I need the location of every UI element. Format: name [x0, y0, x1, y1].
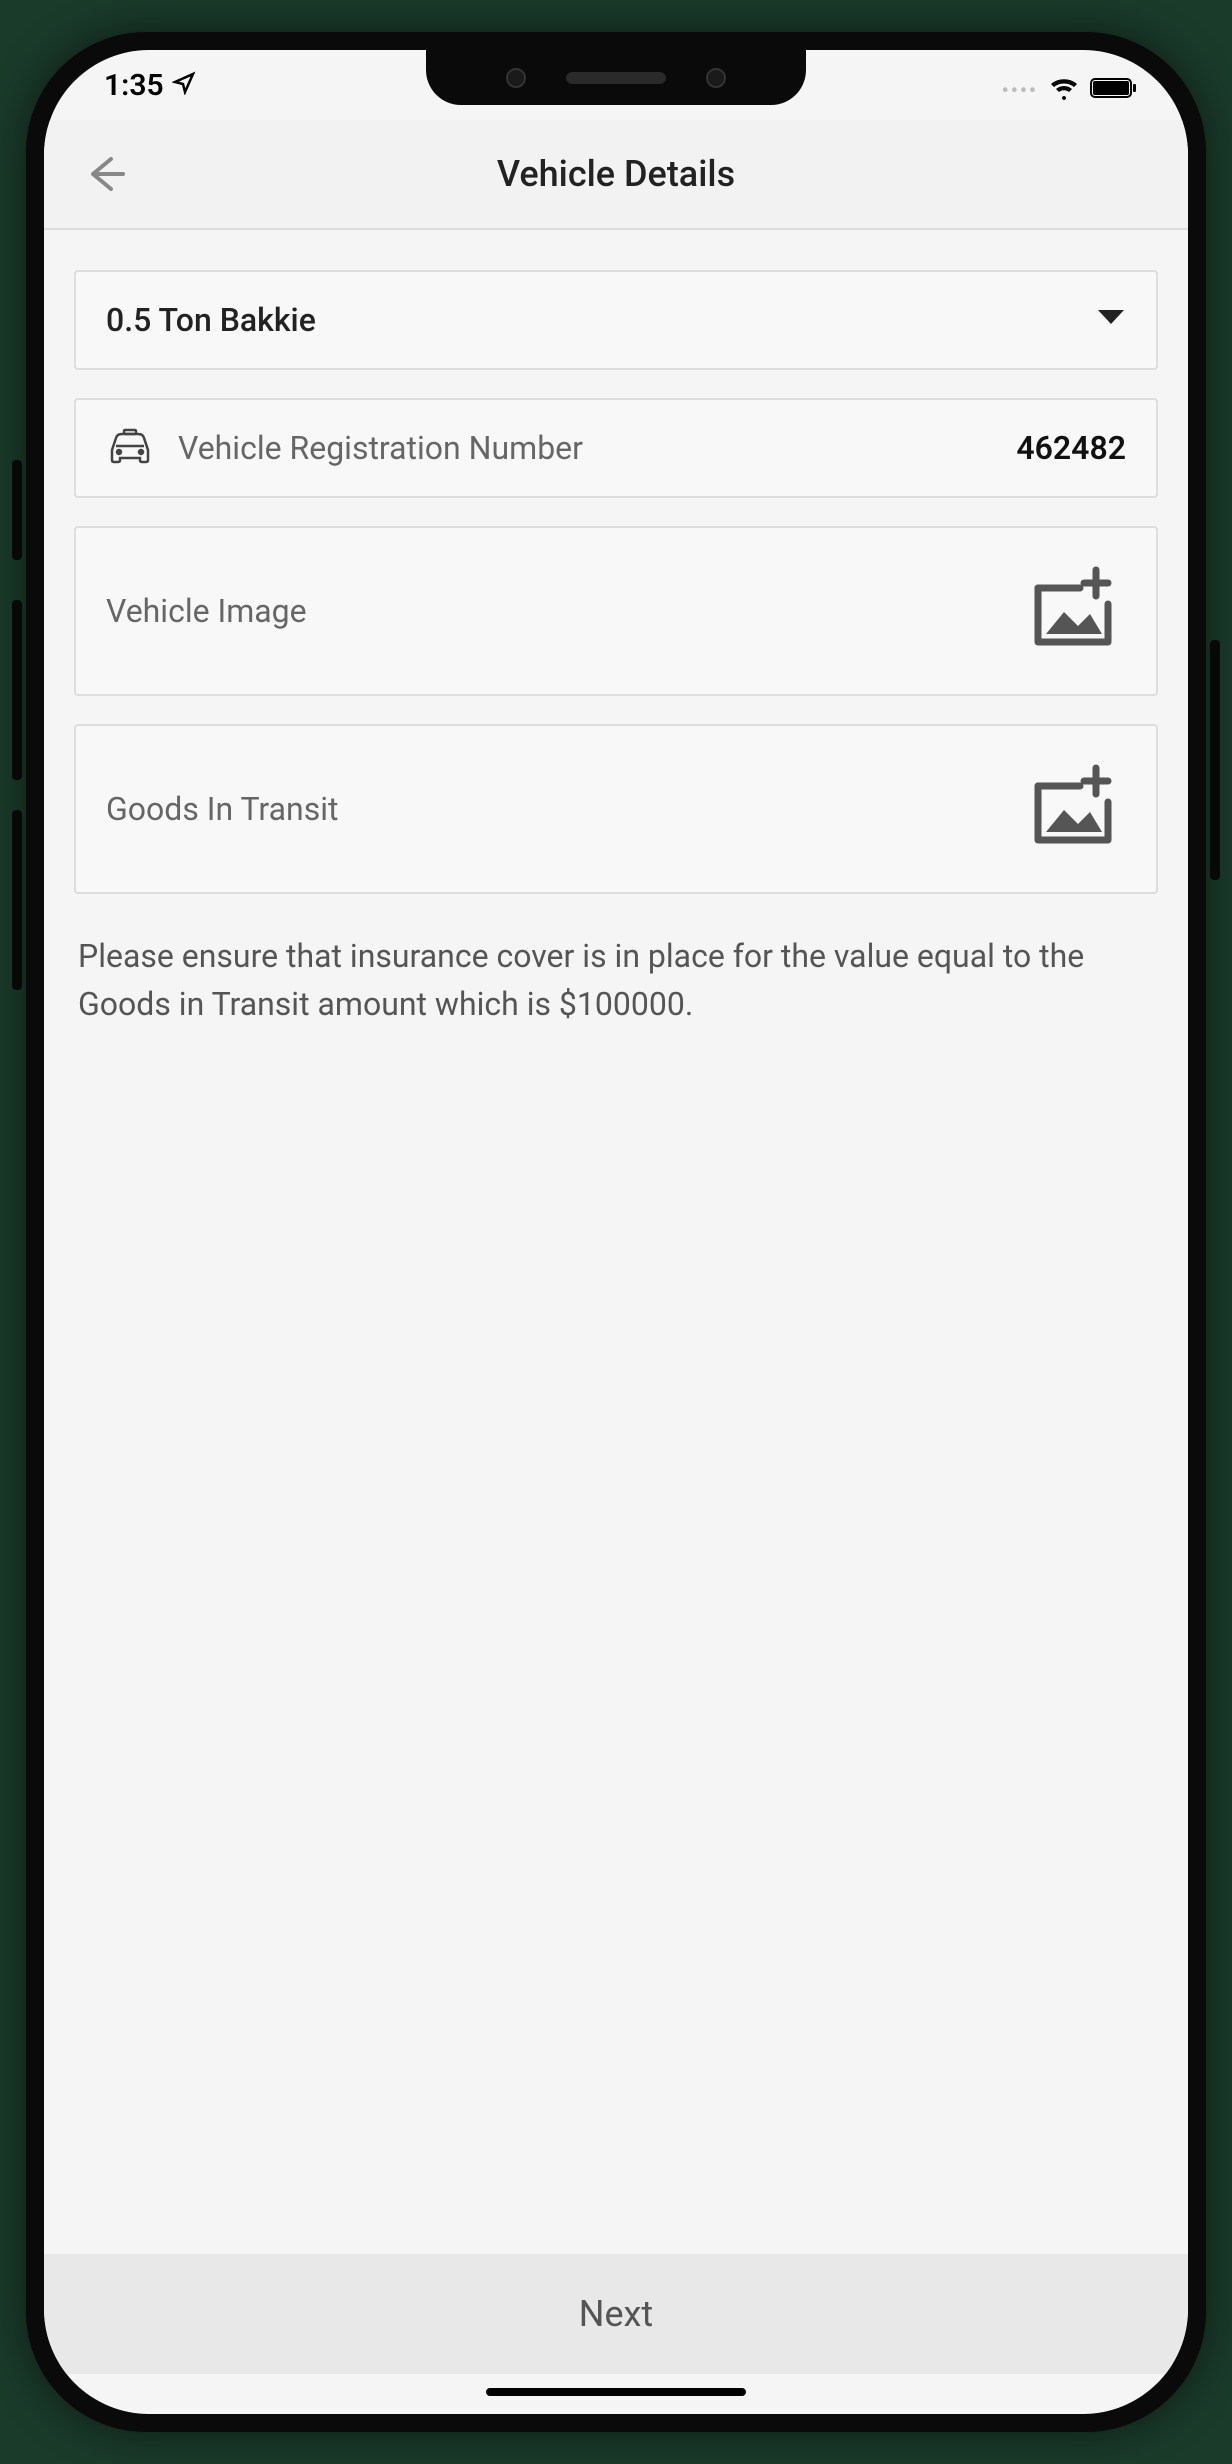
goods-transit-label: Goods In Transit: [106, 790, 338, 828]
vehicle-image-upload[interactable]: Vehicle Image: [74, 526, 1158, 696]
page-title: Vehicle Details: [497, 153, 735, 195]
cellular-dots-icon: ••••: [1002, 78, 1038, 102]
add-image-icon: [1026, 762, 1126, 856]
notch: [426, 50, 806, 105]
goods-transit-upload[interactable]: Goods In Transit: [74, 724, 1158, 894]
car-icon: [106, 426, 154, 470]
registration-value: 462482: [1016, 429, 1126, 467]
registration-label: Vehicle Registration Number: [178, 429, 992, 467]
vehicle-type-dropdown[interactable]: 0.5 Ton Bakkie: [74, 270, 1158, 370]
arrow-left-icon: [81, 151, 127, 197]
nav-header: Vehicle Details: [44, 120, 1188, 230]
home-indicator[interactable]: [486, 2388, 746, 2396]
vehicle-type-value: 0.5 Ton Bakkie: [106, 301, 316, 339]
location-icon: [172, 68, 196, 103]
chevron-down-icon: [1096, 308, 1126, 332]
registration-field[interactable]: Vehicle Registration Number 462482: [74, 398, 1158, 498]
status-time: 1:35: [104, 68, 164, 103]
insurance-info-text: Please ensure that insurance cover is in…: [74, 922, 1158, 1038]
next-button-label: Next: [579, 2293, 653, 2335]
add-image-icon: [1026, 564, 1126, 658]
wifi-icon: [1048, 73, 1080, 108]
battery-icon: [1090, 73, 1138, 108]
phone-frame: 1:35 ••••: [26, 32, 1206, 2432]
phone-screen: 1:35 ••••: [44, 50, 1188, 2414]
next-button[interactable]: Next: [44, 2254, 1188, 2374]
vehicle-image-label: Vehicle Image: [106, 592, 307, 630]
back-button[interactable]: [74, 144, 134, 204]
